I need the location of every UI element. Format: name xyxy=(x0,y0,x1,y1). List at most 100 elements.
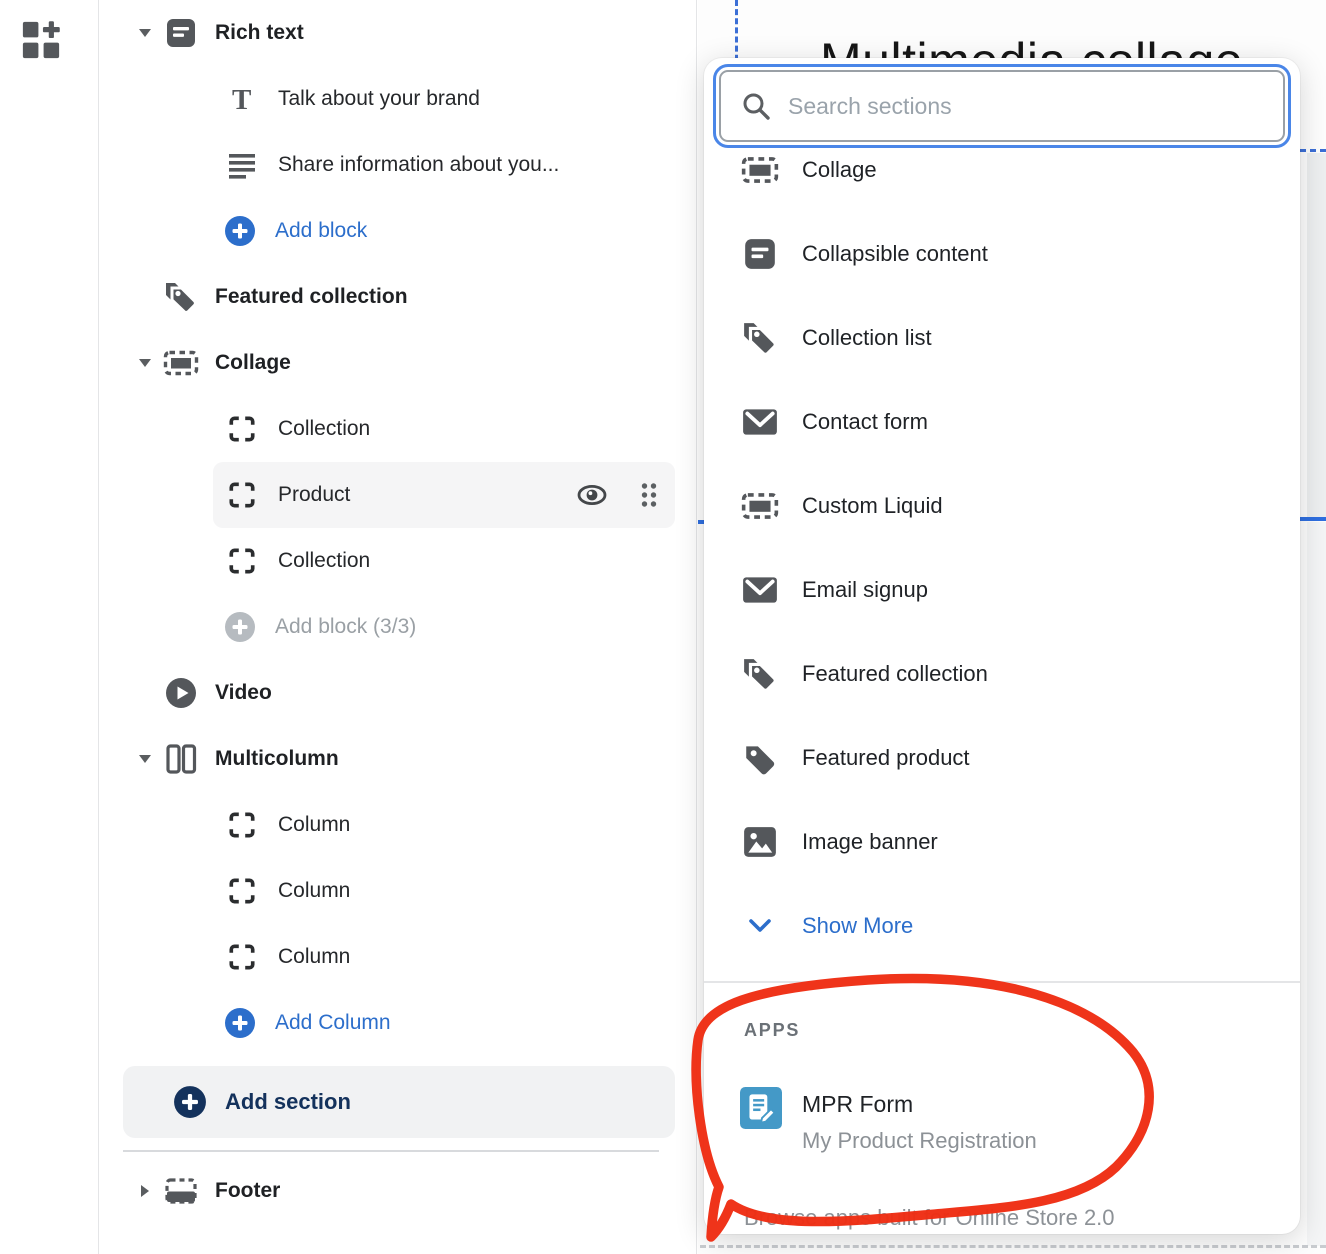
add-section-icon xyxy=(173,1085,207,1119)
collage-icon xyxy=(740,154,780,188)
section-option-label: Email signup xyxy=(802,577,928,603)
tree-section-featured-collection[interactable]: Featured collection xyxy=(100,264,696,330)
preview-image-placeholder xyxy=(1307,153,1326,519)
tree-label: Footer xyxy=(215,1179,280,1203)
section-option-custom-liquid[interactable]: Custom Liquid xyxy=(704,464,1300,548)
section-option-collapsible-content[interactable]: Collapsible content xyxy=(704,212,1300,296)
paragraph-icon xyxy=(226,150,258,180)
tree-section-rich-text[interactable]: Rich text xyxy=(100,0,696,66)
tree-section-video[interactable]: Video xyxy=(100,660,696,726)
section-outline-dashed-bottom xyxy=(700,1245,1326,1248)
eye-icon[interactable] xyxy=(576,480,608,510)
show-more-label: Show More xyxy=(802,913,913,939)
show-more-button[interactable]: Show More xyxy=(704,884,1300,968)
tree-section-collage[interactable]: Collage xyxy=(100,330,696,396)
tags-icon xyxy=(740,656,780,692)
tree-divider xyxy=(123,1150,659,1152)
footer-icon xyxy=(163,1174,199,1208)
section-option-collection-list[interactable]: Collection list xyxy=(704,296,1300,380)
frame-corners-icon xyxy=(226,876,258,906)
section-tree-panel: Rich text T Talk about your brand Share … xyxy=(100,0,697,1254)
search-box xyxy=(713,64,1291,148)
section-option-collage[interactable]: Collage xyxy=(704,154,1300,212)
rich-text-icon xyxy=(163,16,199,50)
columns-icon xyxy=(163,742,199,776)
tree-label: Collection xyxy=(278,417,370,441)
add-section-button[interactable]: Add section xyxy=(123,1066,675,1138)
add-column-button[interactable]: Add Column xyxy=(100,990,696,1056)
tree-block-heading[interactable]: T Talk about your brand xyxy=(100,66,696,132)
envelope-icon xyxy=(740,574,780,606)
sections-grid-plus-icon[interactable] xyxy=(19,18,63,62)
frame-corners-icon xyxy=(226,810,258,840)
add-icon-disabled xyxy=(224,611,256,643)
add-section-popup: Collage Collapsible content Collection l… xyxy=(704,58,1300,1234)
section-options-list: Collage Collapsible content Collection l… xyxy=(704,154,1300,980)
chevron-down-icon[interactable] xyxy=(133,753,157,765)
frame-corners-icon xyxy=(226,546,258,576)
section-option-label: Custom Liquid xyxy=(802,493,943,519)
section-outline-dashed-top xyxy=(1300,149,1326,152)
add-block-button[interactable]: Add block xyxy=(100,198,696,264)
tree-block-column[interactable]: Column xyxy=(100,924,696,990)
heading-t-icon: T xyxy=(226,84,258,114)
tree-label: Talk about your brand xyxy=(278,87,480,111)
section-option-email-signup[interactable]: Email signup xyxy=(704,548,1300,632)
tree-block-text[interactable]: Share information about you... xyxy=(100,132,696,198)
apps-panel: APPS MPR Form My Product Registration Br… xyxy=(704,981,1300,1234)
left-rail xyxy=(0,0,99,1254)
tree-block-collection[interactable]: Collection xyxy=(100,528,696,594)
tree-label: Video xyxy=(215,681,272,705)
section-option-featured-product[interactable]: Featured product xyxy=(704,716,1300,800)
tree-block-column[interactable]: Column xyxy=(100,792,696,858)
tree-section-multicolumn[interactable]: Multicolumn xyxy=(100,726,696,792)
tree-label: Collage xyxy=(215,351,291,375)
collage-icon xyxy=(163,346,199,380)
tree-block-column[interactable]: Column xyxy=(100,858,696,924)
chevron-down-icon[interactable] xyxy=(133,357,157,369)
tree-label: Column xyxy=(278,945,350,969)
add-icon xyxy=(224,1007,256,1039)
tree-label: Share information about you... xyxy=(278,153,559,177)
frame-corners-icon xyxy=(226,942,258,972)
collage-icon xyxy=(740,488,780,524)
chevron-down-icon[interactable] xyxy=(133,27,157,39)
tree-label: Featured collection xyxy=(215,285,408,309)
frame-corners-icon xyxy=(226,480,258,510)
section-option-label: Collage xyxy=(802,157,877,183)
tree-block-product-selected[interactable]: Product xyxy=(213,462,675,528)
tree-label: Collection xyxy=(278,549,370,573)
section-option-label: Collection list xyxy=(802,325,932,351)
browse-apps-link[interactable]: Browse apps built for Online Store 2.0 xyxy=(744,1205,1115,1231)
tag-icon xyxy=(740,740,780,776)
tree-section-footer[interactable]: Footer xyxy=(100,1158,696,1224)
tree-label: Column xyxy=(278,813,350,837)
section-option-contact-form[interactable]: Contact form xyxy=(704,380,1300,464)
chevron-right-icon[interactable] xyxy=(133,1183,157,1199)
section-option-image-banner[interactable]: Image banner xyxy=(704,800,1300,884)
tree-label: Column xyxy=(278,879,350,903)
section-option-label: Contact form xyxy=(802,409,928,435)
section-option-featured-collection[interactable]: Featured collection xyxy=(704,632,1300,716)
search-sections-input[interactable] xyxy=(788,93,1263,120)
envelope-icon xyxy=(740,406,780,438)
section-boundary-line-right xyxy=(1299,517,1326,521)
section-option-label: Featured product xyxy=(802,745,970,771)
tags-icon xyxy=(163,280,199,314)
section-option-label: Collapsible content xyxy=(802,241,988,267)
video-icon xyxy=(163,676,199,710)
image-icon xyxy=(740,824,780,860)
drag-handle-icon[interactable] xyxy=(640,482,658,508)
preview-background xyxy=(1307,522,1326,1246)
apps-header: APPS xyxy=(744,1020,800,1041)
chevron-down-icon xyxy=(740,916,780,936)
section-option-label: Image banner xyxy=(802,829,938,855)
tags-icon xyxy=(740,320,780,356)
tree-label: Multicolumn xyxy=(215,747,339,771)
add-block-disabled-button: Add block (3/3) xyxy=(100,594,696,660)
rich-text-icon xyxy=(740,236,780,272)
tree-label: Rich text xyxy=(215,21,304,45)
tree-block-collection[interactable]: Collection xyxy=(100,396,696,462)
app-subtitle: My Product Registration xyxy=(802,1128,1037,1154)
app-item-mpr-form[interactable]: MPR Form My Product Registration xyxy=(740,1087,1280,1154)
